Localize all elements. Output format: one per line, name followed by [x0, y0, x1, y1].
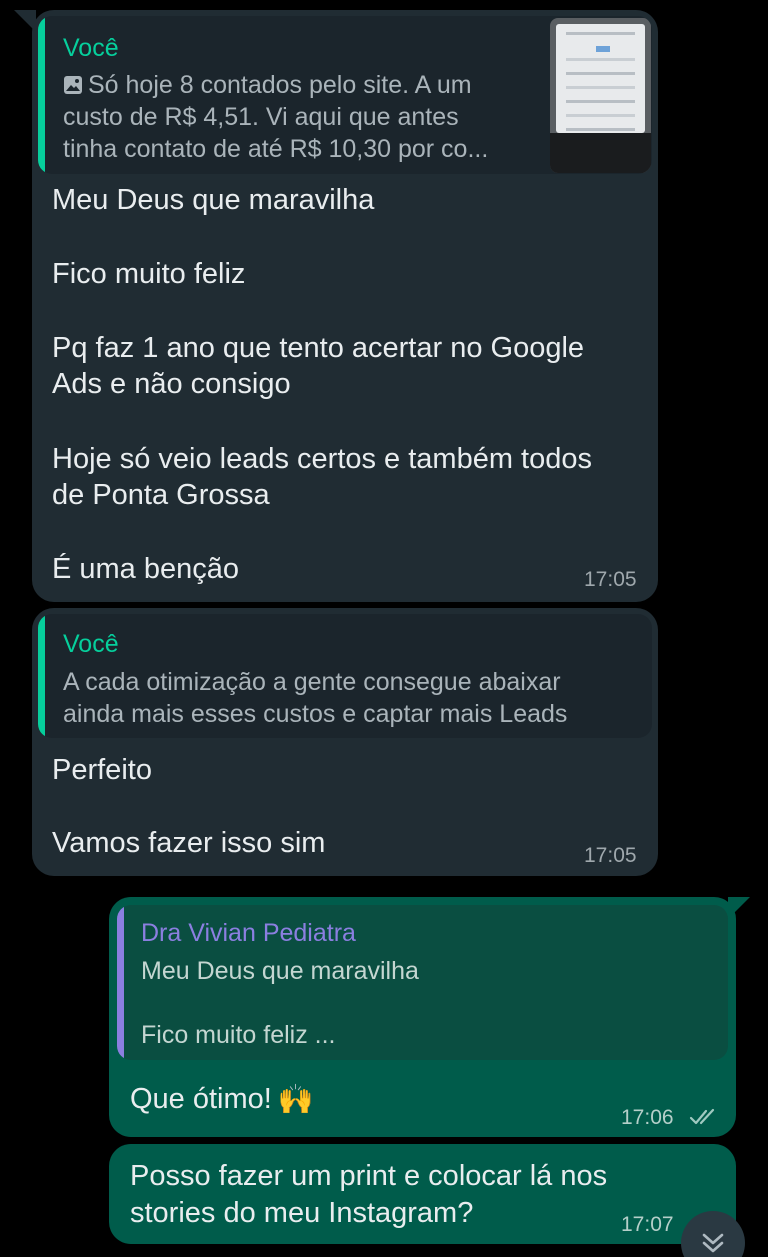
message-text-line: Perfeito	[52, 754, 152, 786]
message-text-line: Que ótimo! 🙌	[130, 1081, 314, 1118]
photo-icon	[64, 76, 82, 94]
message-text-line: Fico muito feliz	[52, 258, 246, 290]
bubble-tail	[14, 10, 36, 32]
quote-text-line-1: Meu Deus que maravilha	[141, 957, 419, 985]
message-text-line: É uma benção	[52, 553, 240, 585]
quote-image-thumbnail[interactable]	[550, 18, 651, 173]
quote-text-line-1: Só hoje 8 contados pelo site. A um	[88, 71, 472, 99]
quote-text-line-2: Fico muito feliz ...	[141, 1021, 336, 1049]
quote-text-line-1: A cada otimização a gente consegue abaix…	[63, 668, 561, 696]
quoted-message[interactable]: Você A cada otimização a gente consegue …	[38, 614, 652, 738]
bubble-tail	[728, 897, 750, 919]
message-text-line: Ads e não consigo	[52, 368, 291, 400]
message-text-line: Hoje só veio leads certos e também todos	[52, 443, 592, 475]
message-text-line: Posso fazer um print e colocar lá nos	[130, 1160, 608, 1192]
message-text-line: Vamos fazer isso sim	[52, 827, 326, 859]
message-text-line: Pq faz 1 ano que tento acertar no Google	[52, 332, 585, 364]
message-text: Que ótimo!	[130, 1083, 272, 1115]
message-timestamp: 17:07	[621, 1213, 674, 1236]
incoming-message[interactable]: Você Só hoje 8 contados pelo site. A um …	[14, 10, 658, 602]
quote-text-line-2: ainda mais esses custos e captar mais Le…	[63, 700, 568, 728]
quote-text-line-2: custo de R$ 4,51. Vi aqui que antes	[63, 103, 459, 131]
quote-author: Dra Vivian Pediatra	[141, 919, 356, 947]
incoming-message[interactable]: Você A cada otimização a gente consegue …	[32, 608, 658, 876]
message-text-line: Meu Deus que maravilha	[52, 184, 375, 216]
chat-window: Você Só hoje 8 contados pelo site. A um …	[0, 0, 768, 1257]
outgoing-message[interactable]: Dra Vivian Pediatra Meu Deus que maravil…	[109, 897, 750, 1137]
quote-accent-bar	[38, 16, 45, 174]
message-text-line: stories do meu Instagram?	[130, 1197, 474, 1229]
quote-author: Você	[63, 630, 119, 658]
double-check-icon	[689, 1108, 715, 1125]
quote-text-line-3: tinha contato de até R$ 10,30 por co...	[63, 135, 489, 163]
quoted-message[interactable]: Você Só hoje 8 contados pelo site. A um …	[38, 16, 652, 174]
chevron-double-down-icon	[702, 1233, 724, 1253]
quote-author: Você	[63, 34, 119, 62]
quote-accent-bar	[38, 614, 45, 738]
message-timestamp: 17:05	[584, 568, 637, 591]
message-timestamp: 17:06	[621, 1106, 674, 1129]
message-text-line: de Ponta Grossa	[52, 479, 270, 511]
quote-text-line: Só hoje 8 contados pelo site. A um	[63, 69, 472, 101]
quoted-message[interactable]: Dra Vivian Pediatra Meu Deus que maravil…	[117, 905, 728, 1060]
raising-hands-emoji: 🙌	[277, 1084, 314, 1117]
message-timestamp: 17:05	[584, 844, 637, 867]
quote-accent-bar	[117, 905, 124, 1060]
outgoing-message[interactable]: Posso fazer um print e colocar lá nos st…	[109, 1144, 736, 1244]
